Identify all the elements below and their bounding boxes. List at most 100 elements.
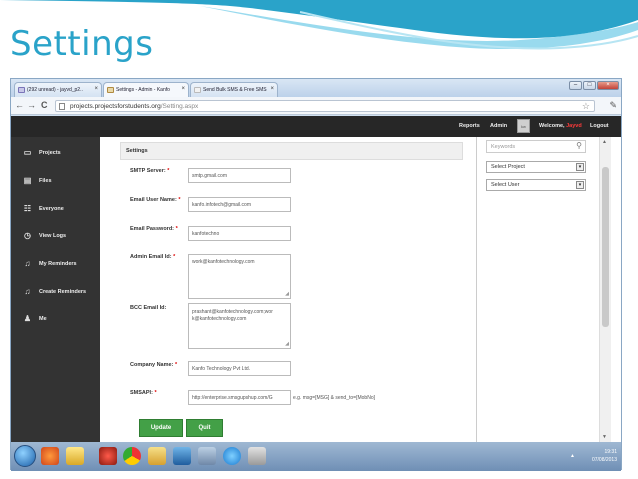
app-icon[interactable]	[173, 447, 191, 465]
sidebar-item-view-logs[interactable]: ◷ View Logs	[11, 227, 100, 247]
app-icon[interactable]	[248, 447, 266, 465]
sidebar-item-files[interactable]: ▤ Files	[11, 172, 100, 192]
folder-icon[interactable]	[66, 447, 84, 465]
tab-label: (292 unread) - jayvd_p2..	[27, 87, 83, 93]
sidebar-item-label: Me	[39, 316, 47, 322]
chevron-down-icon: ▾	[576, 163, 584, 171]
smtp-server-input[interactable]: smtp.gmail.com	[188, 168, 291, 183]
chevron-down-icon: ▾	[576, 181, 584, 189]
keywords-placeholder: Keywords	[491, 144, 516, 150]
admin-link[interactable]: Admin	[490, 123, 507, 129]
chrome-icon[interactable]	[123, 447, 141, 465]
welcome-label: Welcome,	[539, 123, 565, 129]
reports-link[interactable]: Reports	[459, 123, 480, 129]
monitor-icon: ▭	[23, 148, 32, 157]
required-mark: *	[174, 362, 178, 368]
smsapi-input[interactable]: http://enterprise.smsgupshup.com/G	[188, 390, 291, 405]
search-icon[interactable]: ⚲	[576, 141, 582, 150]
skype-icon[interactable]	[223, 447, 241, 465]
smsapi-label: SMSAPI: *	[130, 390, 157, 396]
minimize-button[interactable]: –	[569, 81, 582, 90]
close-icon[interactable]: ×	[181, 86, 185, 92]
bcc-email-textarea[interactable]: prashant@kanfotechnology.com;wor k@kanfot…	[188, 303, 291, 349]
select-project-dropdown[interactable]: Select Project ▾	[486, 161, 586, 173]
admin-email-textarea[interactable]: work@kanfotechnology.com ◢	[188, 254, 291, 299]
admin-email-label: Admin Email Id: *	[130, 254, 175, 260]
avatar[interactable]: kw	[517, 119, 530, 133]
scroll-down-icon[interactable]: ▼	[602, 434, 607, 440]
person-icon: ♟	[23, 314, 32, 323]
tab-settings[interactable]: Settings - Admin - Kanfo ×	[103, 82, 189, 97]
sidebar-item-my-reminders[interactable]: ♫ My Reminders	[11, 255, 100, 275]
username: Jayvd	[566, 123, 582, 129]
sidebar-item-projects[interactable]: ▭ Projects	[11, 144, 100, 164]
close-window-button[interactable]: ×	[597, 81, 619, 90]
smtp-server-label: SMTP Server: *	[130, 168, 169, 174]
sidebar-item-me[interactable]: ♟ Me	[11, 310, 100, 330]
vertical-scrollbar[interactable]: ▲ ▼	[599, 137, 611, 442]
slide-title: Settings	[10, 24, 154, 64]
company-name-input[interactable]: Kanfo Technology Pvt Ltd.	[188, 361, 291, 376]
notes-icon[interactable]	[148, 447, 166, 465]
label-text: Email User Name:	[130, 197, 177, 203]
forward-button[interactable]: →	[27, 100, 36, 111]
settings-panel: Settings SMTP Server: * smtp.gmail.com E…	[102, 137, 477, 442]
reload-button[interactable]: C	[41, 100, 48, 111]
back-button[interactable]: ←	[15, 100, 24, 111]
tray-arrow-icon[interactable]: ▲	[570, 453, 575, 459]
tab-gmail[interactable]: (292 unread) - jayvd_p2.. ×	[14, 82, 102, 97]
url-input[interactable]: projects.projectsforstudents.org/Setting…	[55, 100, 595, 112]
sidebar-item-label: Everyone	[39, 206, 64, 212]
scroll-up-icon[interactable]: ▲	[602, 139, 607, 145]
address-bar: ← → C projects.projectsforstudents.org/S…	[11, 97, 621, 115]
label-text: Email Password:	[130, 226, 175, 232]
wrench-icon[interactable]: ✎	[609, 100, 617, 111]
resize-grip-icon[interactable]: ◢	[285, 342, 289, 347]
app-icon[interactable]	[99, 447, 117, 465]
clock-icon: ◷	[24, 231, 31, 240]
quit-button[interactable]: Quit	[186, 419, 223, 437]
logout-link[interactable]: Logout	[590, 123, 609, 129]
email-user-label: Email User Name: *	[130, 197, 180, 203]
bell-icon: ♫	[24, 259, 31, 268]
start-button[interactable]	[14, 445, 36, 467]
page-title: Settings	[120, 142, 463, 160]
resize-grip-icon[interactable]: ◢	[285, 292, 289, 297]
sidebar-item-create-reminders[interactable]: ♫ Create Reminders	[11, 283, 100, 303]
bookmark-star-icon[interactable]: ☆	[582, 101, 590, 112]
required-mark: *	[173, 254, 176, 260]
smsapi-hint: e.g. msg=[MSG] & send_to=[MobNo]	[293, 395, 375, 401]
label-text: SMSAPI:	[130, 390, 153, 396]
label-text: SMTP Server:	[130, 168, 166, 174]
clock[interactable]: 19:31 07/08/2013	[592, 448, 617, 464]
files-icon: ▤	[23, 176, 32, 185]
slide-header: Settings	[0, 0, 638, 78]
clock-date: 07/08/2013	[591, 457, 617, 463]
email-user-input[interactable]: kanfo.infotech@gmail.com	[188, 197, 291, 212]
people-icon: ☷	[23, 204, 32, 213]
select-user-dropdown[interactable]: Select User ▾	[486, 179, 586, 191]
browser-window: (292 unread) - jayvd_p2.. × Settings - A…	[10, 78, 622, 471]
close-icon[interactable]: ×	[94, 86, 98, 92]
url-domain: projects.projectsforstudents.org	[70, 103, 161, 110]
required-mark: *	[178, 197, 181, 203]
taskbar: ▲ 19:31 07/08/2013	[11, 442, 621, 471]
required-mark: *	[175, 226, 178, 232]
tab-sms[interactable]: Send Bulk SMS & Free SMS ×	[190, 82, 278, 97]
maximize-button[interactable]: □	[583, 81, 596, 90]
email-password-input[interactable]: kanfotechno	[188, 226, 291, 241]
sidebar-item-everyone[interactable]: ☷ Everyone	[11, 200, 100, 220]
tab-bar: (292 unread) - jayvd_p2.. × Settings - A…	[11, 79, 621, 97]
company-name-label: Company Name: *	[130, 362, 177, 368]
app-icon[interactable]	[198, 447, 216, 465]
sidebar: ▭ Projects ▤ Files ☷ Everyone ◷ View Logs ♫ M…	[11, 137, 100, 442]
media-player-icon[interactable]	[41, 447, 59, 465]
tab-label: Settings - Admin - Kanfo	[116, 87, 170, 93]
sidebar-item-label: Create Reminders	[39, 289, 87, 295]
update-button[interactable]: Update	[139, 419, 183, 437]
scrollbar-thumb[interactable]	[602, 167, 609, 327]
close-icon[interactable]: ×	[270, 86, 274, 92]
sidebar-item-label: My Reminders	[39, 261, 77, 267]
keywords-search-input[interactable]: Keywords ⚲	[486, 140, 586, 153]
label-text: Admin Email Id:	[130, 254, 172, 260]
